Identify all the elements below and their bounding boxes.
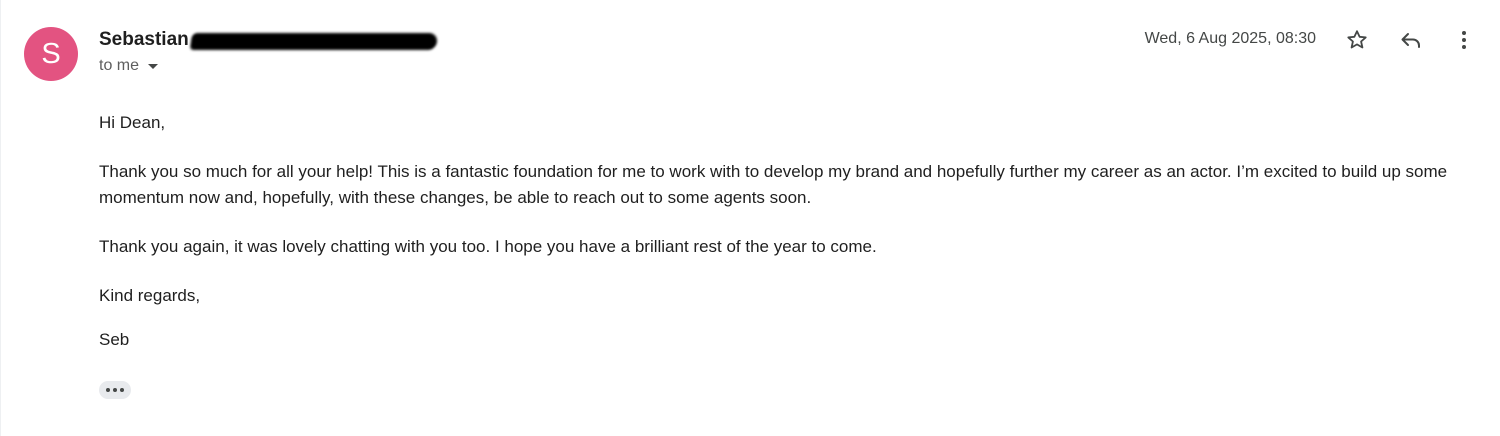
reply-arrow-icon (1401, 33, 1420, 48)
email-body: Hi Dean, Thank you so much for all your … (99, 110, 1459, 353)
recipient-details-toggle[interactable]: to me (99, 57, 159, 75)
redacted-surname-mark (189, 32, 438, 50)
sender-avatar[interactable]: S (24, 27, 78, 81)
star-outline-icon (1347, 30, 1367, 49)
recipient-label: to me (99, 57, 140, 74)
ellipsis-dot (113, 388, 117, 392)
greeting: Hi Dean, (99, 113, 166, 132)
vertical-dots-icon (1462, 31, 1466, 49)
ellipsis-dot (120, 388, 124, 392)
signature: Seb (99, 330, 130, 349)
closing: Kind regards, (99, 286, 201, 305)
sender-name[interactable]: Sebastian (99, 29, 189, 51)
email-date: Wed, 6 Aug 2025, 08:30 (1144, 30, 1316, 47)
email-message: S Sebastian to me Wed, 6 Aug 2025, 08:30… (0, 0, 1500, 436)
chevron-down-icon[interactable] (148, 64, 159, 69)
ellipsis-dot (106, 388, 110, 392)
show-trimmed-content-button[interactable] (99, 381, 131, 399)
reply-button[interactable] (1393, 22, 1429, 58)
body-paragraph: Thank you so much for all your help! Thi… (99, 162, 1448, 207)
body-paragraph: Thank you again, it was lovely chatting … (99, 237, 877, 256)
more-options-button[interactable] (1446, 22, 1482, 58)
star-button[interactable] (1339, 22, 1375, 58)
sender-line: Sebastian (99, 28, 438, 52)
